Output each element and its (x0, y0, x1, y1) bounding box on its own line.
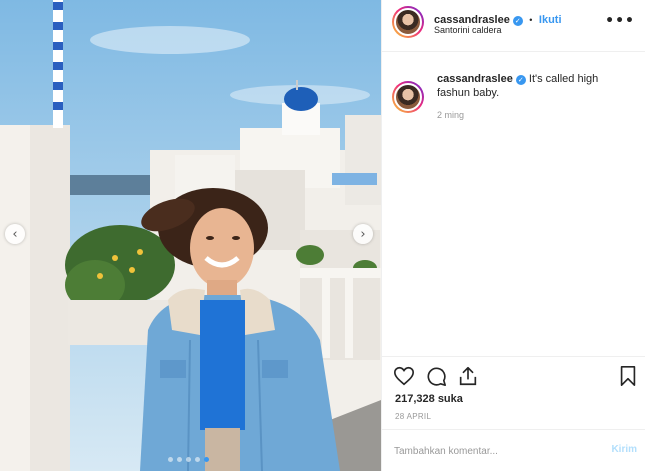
comment-bubble-icon[interactable] (425, 365, 447, 387)
profile-picture (394, 83, 422, 111)
comment-input[interactable] (394, 443, 584, 459)
post-media[interactable]: ‹ › (0, 0, 381, 471)
caption-avatar[interactable] (392, 81, 424, 113)
chevron-left-icon: ‹ (12, 226, 18, 242)
post-comment-button[interactable]: Kirim (611, 444, 637, 455)
carousel-next-button[interactable]: › (353, 224, 373, 244)
post-date[interactable]: 28 APRIL (395, 412, 431, 421)
follow-button[interactable]: Ikuti (539, 14, 562, 26)
action-bar: 217,328 suka 28 APRIL (382, 356, 645, 428)
carousel-dot (168, 457, 173, 462)
separator-dot: • (529, 15, 533, 25)
more-options-icon[interactable]: ••• (605, 13, 635, 29)
carousel-prev-button[interactable]: ‹ (5, 224, 25, 244)
heart-icon[interactable] (393, 365, 415, 387)
carousel-indicator (168, 457, 209, 462)
carousel-dot (177, 457, 182, 462)
verified-badge-icon: ✓ (512, 16, 523, 26)
chevron-right-icon: › (360, 226, 366, 242)
post-header: cassandraslee ✓ • Ikuti Santorini caldera… (382, 0, 645, 52)
post-photo (0, 0, 381, 471)
caption-timestamp[interactable]: 2 ming (437, 110, 464, 120)
carousel-dot-active (204, 457, 209, 462)
verified-badge-icon: ✓ (515, 75, 526, 85)
carousel-dot (195, 457, 200, 462)
caption-username[interactable]: cassandraslee (437, 73, 513, 85)
post-sidebar: cassandraslee ✓ • Ikuti Santorini caldera… (381, 0, 645, 471)
location-link[interactable]: Santorini caldera (434, 25, 502, 35)
comment-form: Kirim (382, 429, 645, 471)
profile-picture (394, 8, 422, 36)
like-count[interactable]: 217,328 suka (395, 393, 463, 405)
share-icon[interactable] (457, 365, 479, 387)
avatar[interactable] (392, 6, 424, 38)
carousel-dot (186, 457, 191, 462)
bookmark-icon[interactable] (617, 365, 639, 387)
